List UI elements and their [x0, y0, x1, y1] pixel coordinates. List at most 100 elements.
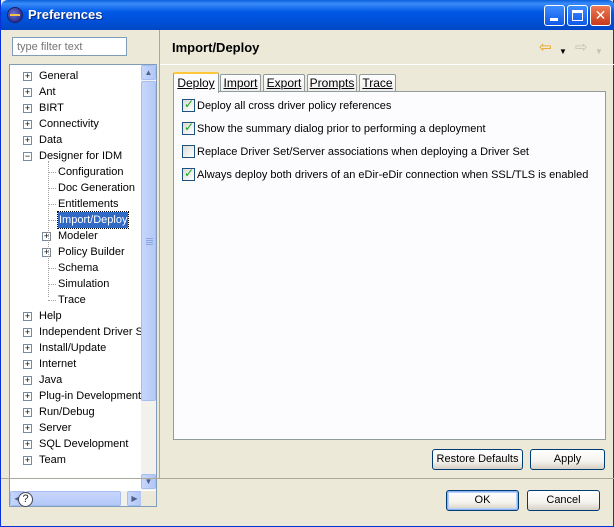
- tree-item-label: Designer for IDM: [39, 150, 123, 162]
- tree-item-label: Data: [39, 134, 63, 146]
- tree-item-label: General: [39, 70, 79, 82]
- minimize-button[interactable]: [544, 5, 565, 26]
- forward-arrow-icon[interactable]: ⇨: [575, 40, 588, 56]
- tree-item[interactable]: + Server: [10, 420, 143, 436]
- checkbox[interactable]: [182, 145, 195, 158]
- expand-icon[interactable]: +: [23, 360, 32, 369]
- checkbox[interactable]: [182, 166, 195, 181]
- scroll-up-button[interactable]: ▲: [141, 65, 156, 80]
- title-bar[interactable]: Preferences ✕: [1, 0, 614, 30]
- close-button[interactable]: ✕: [590, 5, 611, 26]
- panel-splitter[interactable]: [159, 30, 160, 478]
- tree-item[interactable]: + Run/Debug: [10, 404, 143, 420]
- tree-rows: + General + Ant + BIRT + Connectivity + Data − Desi…: [10, 65, 143, 487]
- expand-icon[interactable]: +: [42, 232, 51, 241]
- cancel-button[interactable]: Cancel: [527, 490, 600, 511]
- option-label: Show the summary dialog prior to perform…: [197, 123, 486, 135]
- scroll-right-button[interactable]: ▶: [127, 491, 142, 506]
- tab-trace[interactable]: Trace: [359, 74, 396, 92]
- scroll-corner: [141, 491, 156, 506]
- tree-item-label: Team: [39, 454, 66, 466]
- option-label: Replace Driver Set/Server associations w…: [197, 146, 529, 158]
- forward-dropdown-icon[interactable]: ▼: [595, 44, 603, 60]
- tree-item-label: Server: [39, 422, 72, 434]
- tab-prompts[interactable]: Prompts: [307, 74, 357, 92]
- tree-item[interactable]: Trace: [10, 292, 143, 308]
- tree-item[interactable]: + Independent Driver S: [10, 324, 143, 340]
- header-separator: [160, 64, 614, 65]
- expand-icon[interactable]: +: [23, 136, 32, 145]
- tab-deploy[interactable]: Deploy: [173, 72, 219, 93]
- expand-icon[interactable]: +: [23, 104, 32, 113]
- preferences-window: Preferences ✕ + General + Ant + BIRT + Connecti…: [0, 0, 614, 527]
- apply-button[interactable]: Apply: [530, 449, 605, 470]
- collapse-icon[interactable]: −: [23, 152, 32, 161]
- expand-icon[interactable]: +: [23, 120, 32, 129]
- page-title: Import/Deploy: [172, 40, 260, 55]
- tree-item[interactable]: Doc Generation: [10, 180, 143, 196]
- tree-item[interactable]: Configuration: [10, 164, 143, 180]
- restore-defaults-button[interactable]: Restore Defaults: [432, 449, 523, 470]
- tree-item[interactable]: + Install/Update: [10, 340, 143, 356]
- tree-item[interactable]: + General: [10, 68, 143, 84]
- back-arrow-icon[interactable]: ⇦: [539, 40, 552, 56]
- tree-vertical-scrollbar[interactable]: ▲ ▼: [141, 65, 156, 490]
- tree-item[interactable]: + Connectivity: [10, 116, 143, 132]
- expand-icon[interactable]: +: [23, 312, 32, 321]
- tree-item-label: Help: [39, 310, 62, 322]
- tree-item-label: Trace: [58, 294, 86, 306]
- tree-item[interactable]: + Team: [10, 452, 143, 468]
- tree-item[interactable]: Entitlements: [10, 196, 143, 212]
- tab-export[interactable]: Export: [263, 74, 305, 92]
- tree-item[interactable]: + Ant: [10, 84, 143, 100]
- expand-icon[interactable]: +: [42, 248, 51, 257]
- tree-item-label: Internet: [39, 358, 77, 370]
- tree-item[interactable]: Schema: [10, 260, 143, 276]
- expand-icon[interactable]: +: [23, 456, 32, 465]
- maximize-button[interactable]: [567, 5, 588, 26]
- tree-item-label: Connectivity: [39, 118, 99, 130]
- option-label: Deploy all cross driver policy reference…: [197, 100, 392, 112]
- tree-item[interactable]: Import/Deploy: [10, 211, 143, 229]
- expand-icon[interactable]: +: [23, 376, 32, 385]
- scroll-thumb[interactable]: [141, 81, 156, 401]
- tree-connector: [48, 268, 56, 269]
- tree-item[interactable]: + Internet: [10, 356, 143, 372]
- tree-item[interactable]: + SQL Development: [10, 436, 143, 452]
- expand-icon[interactable]: +: [23, 328, 32, 337]
- expand-icon[interactable]: +: [23, 408, 32, 417]
- tree-item[interactable]: + Java: [10, 372, 143, 388]
- expand-icon[interactable]: +: [23, 72, 32, 81]
- close-icon: ✕: [594, 7, 607, 23]
- tree-item-label: Entitlements: [58, 198, 119, 210]
- expand-icon[interactable]: +: [23, 344, 32, 353]
- tree-item[interactable]: + Plug-in Development: [10, 388, 143, 404]
- expand-icon[interactable]: +: [23, 392, 32, 401]
- filter-input[interactable]: [12, 37, 127, 56]
- tree-item-label: Configuration: [58, 166, 124, 178]
- tree-item[interactable]: + Policy Builder: [10, 244, 143, 260]
- tree-item-label: Doc Generation: [58, 182, 136, 194]
- tab-import[interactable]: Import: [220, 74, 261, 92]
- expand-icon[interactable]: +: [23, 440, 32, 449]
- tree-item[interactable]: + Data: [10, 132, 143, 148]
- help-icon[interactable]: ?: [18, 492, 33, 507]
- footer-separator: [1, 478, 614, 479]
- tree-item[interactable]: Simulation: [10, 276, 143, 292]
- tree-item[interactable]: + BIRT: [10, 100, 143, 116]
- tree-connector: [48, 284, 56, 285]
- tree-item[interactable]: + Modeler: [10, 228, 143, 244]
- scroll-down-button[interactable]: ▼: [141, 474, 156, 489]
- ok-button[interactable]: OK: [446, 490, 519, 511]
- checkbox[interactable]: [182, 120, 195, 135]
- tree-connector: [48, 188, 56, 189]
- back-dropdown-icon[interactable]: ▼: [559, 44, 567, 60]
- expand-icon[interactable]: +: [23, 88, 32, 97]
- maximize-icon: [572, 10, 583, 21]
- tree-connector: [48, 204, 56, 205]
- expand-icon[interactable]: +: [23, 424, 32, 433]
- checkbox[interactable]: [182, 97, 195, 112]
- tree-item[interactable]: + Help: [10, 308, 143, 324]
- horizontal-scroll-thumb[interactable]: [26, 491, 121, 506]
- tree-item[interactable]: − Designer for IDM: [10, 148, 143, 164]
